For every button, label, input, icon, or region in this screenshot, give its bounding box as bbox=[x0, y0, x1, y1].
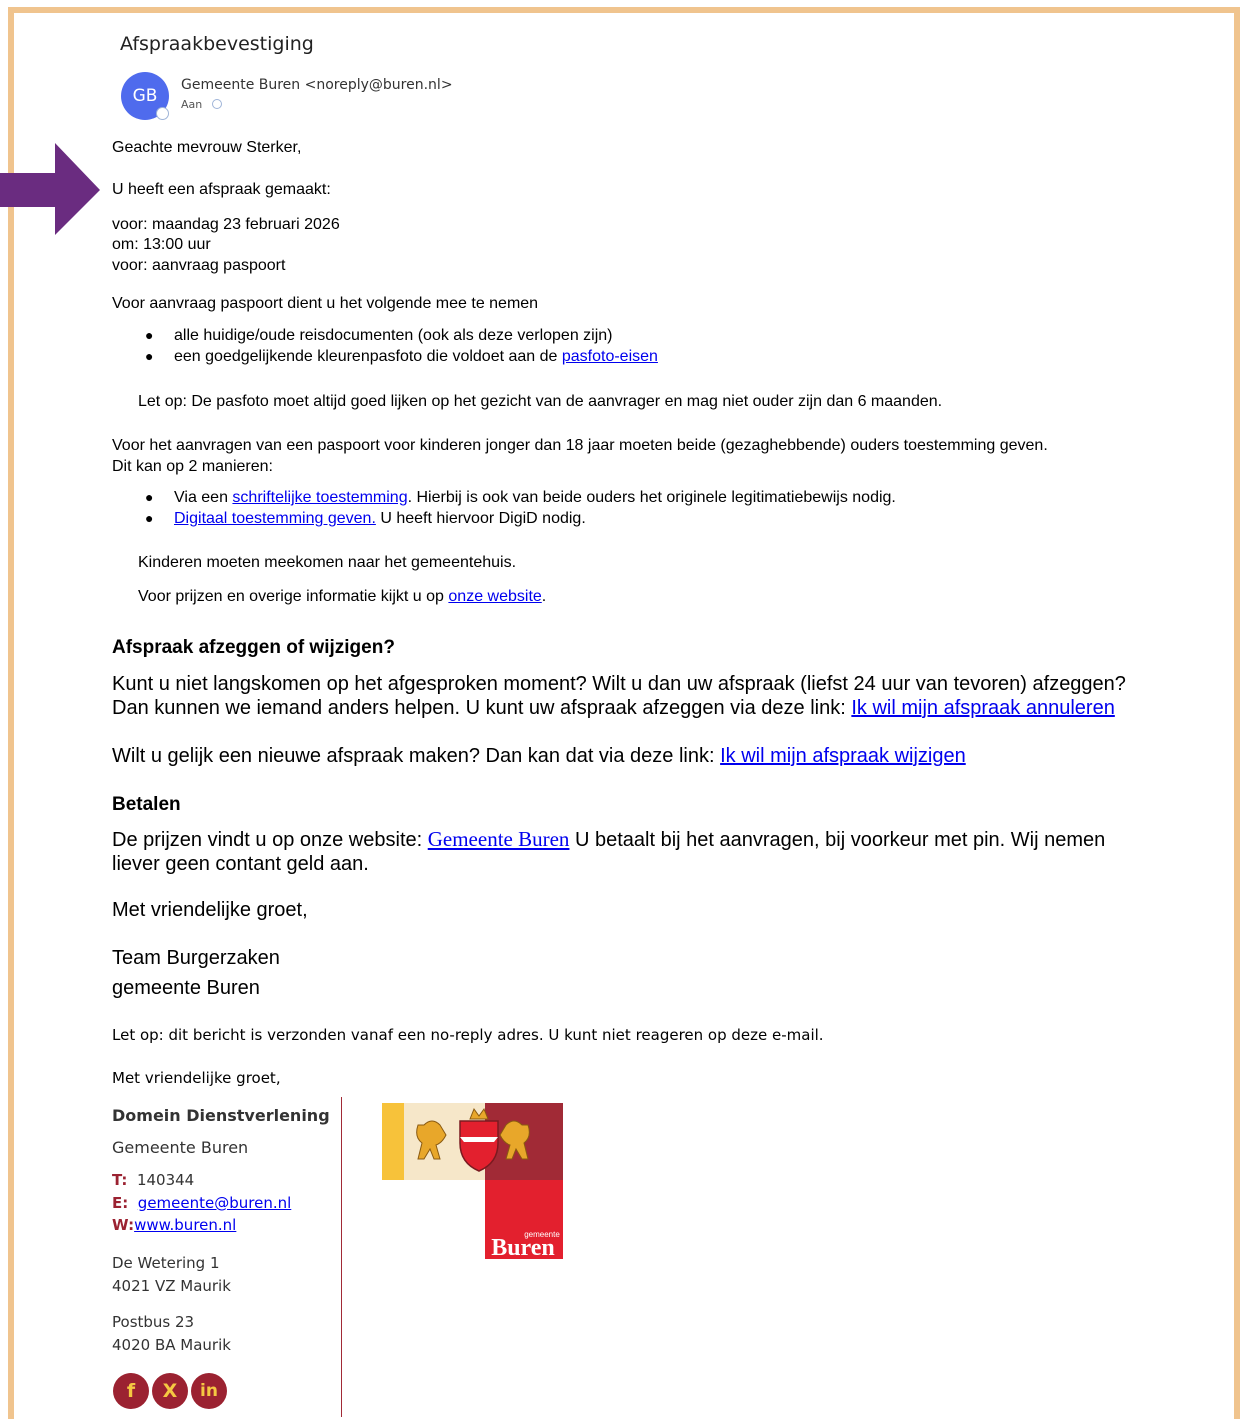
web-link[interactable]: www.buren.nl bbox=[134, 1216, 236, 1234]
email-link[interactable]: gemeente@buren.nl bbox=[138, 1194, 291, 1212]
phone-number: 140344 bbox=[136, 1171, 195, 1189]
noreply-note: Let op: dit bericht is verzonden vanaf e… bbox=[112, 1026, 824, 1044]
children-info-line2: Dit kan op 2 manieren: bbox=[112, 458, 273, 475]
closing: Met vriendelijke groet, bbox=[112, 899, 308, 921]
prices-post: . bbox=[541, 588, 547, 605]
pointer-arrow-icon bbox=[0, 143, 100, 235]
bring-item-photo-text: een goedgelijkende kleurenpasfoto die vo… bbox=[174, 348, 562, 365]
address-line1: De Wetering 1 bbox=[112, 1254, 220, 1272]
pasfoto-eisen-link[interactable]: pasfoto-eisen bbox=[562, 348, 658, 365]
x-twitter-icon[interactable]: X bbox=[152, 1373, 188, 1409]
bring-item-photo: een goedgelijkende kleurenpasfoto die vo… bbox=[174, 347, 658, 367]
signature-org: Gemeente Buren bbox=[112, 1138, 249, 1157]
facebook-icon[interactable]: f bbox=[113, 1373, 149, 1409]
sender-name[interactable]: Gemeente Buren <noreply@buren.nl> bbox=[181, 77, 453, 93]
signature-divider bbox=[341, 1097, 342, 1417]
gemeente-buren-logo: gemeente Buren bbox=[382, 1103, 563, 1259]
signature-email: E: gemeente@buren.nl bbox=[112, 1194, 291, 1212]
intro-text: U heeft een afspraak gemaakt: bbox=[112, 181, 331, 198]
change-line: Wilt u gelijk een nieuwe afspraak maken?… bbox=[112, 744, 966, 769]
signature-phone: T: 140344 bbox=[112, 1171, 194, 1189]
presence-status-icon bbox=[156, 107, 169, 120]
bullet-icon: ● bbox=[145, 489, 154, 505]
consent-option-digital: Digitaal toestemming geven. U heeft hier… bbox=[174, 509, 586, 529]
consent-option-written: Via een schriftelijke toestemming. Hierb… bbox=[174, 488, 896, 508]
greeting: Geachte mevrouw Sterker, bbox=[112, 139, 302, 156]
avatar-initials: GB bbox=[132, 86, 158, 106]
cancel-appointment-link[interactable]: Ik wil mijn afspraak annuleren bbox=[851, 697, 1114, 719]
prices-pre: Voor prijzen en overige informatie kijkt… bbox=[138, 588, 449, 605]
sender-avatar[interactable]: GB bbox=[121, 72, 169, 120]
cancel-line2-text: Dan kunnen we iemand anders helpen. U ku… bbox=[112, 697, 852, 719]
email-subject: Afspraakbevestiging bbox=[120, 33, 314, 55]
bullet-icon: ● bbox=[145, 348, 154, 364]
postbus-line1: Postbus 23 bbox=[112, 1313, 195, 1331]
gemeente-buren-link[interactable]: Gemeente Buren bbox=[428, 827, 570, 851]
closing-2: Met vriendelijke groet, bbox=[112, 1069, 281, 1087]
pay-heading: Betalen bbox=[112, 794, 181, 815]
written-consent-link[interactable]: schriftelijke toestemming bbox=[232, 489, 407, 506]
photo-note: Let op: De pasfoto moet altijd goed lijk… bbox=[138, 393, 943, 410]
phone-label: T: bbox=[112, 1171, 128, 1189]
cancel-line2: Dan kunnen we iemand anders helpen. U ku… bbox=[112, 696, 1115, 721]
cancel-heading: Afspraak afzeggen of wijzigen? bbox=[112, 637, 395, 658]
consent2-post: U heeft hiervoor DigiD nodig. bbox=[375, 510, 586, 527]
linkedin-icon[interactable]: in bbox=[191, 1373, 227, 1409]
appointment-purpose: voor: aanvraag paspoort bbox=[112, 257, 286, 274]
web-label: W: bbox=[112, 1216, 135, 1234]
pay-line1: De prijzen vindt u op onze website: Geme… bbox=[112, 827, 1105, 853]
municipality-name: gemeente Buren bbox=[112, 977, 260, 999]
appointment-time: om: 13:00 uur bbox=[112, 236, 211, 253]
bring-intro: Voor aanvraag paspoort dient u het volge… bbox=[112, 295, 539, 312]
postbus-line2: 4020 BA Maurik bbox=[112, 1336, 231, 1354]
change-appointment-link[interactable]: Ik wil mijn afspraak wijzigen bbox=[720, 745, 966, 767]
digital-consent-link[interactable]: Digitaal toestemming geven. bbox=[174, 510, 376, 527]
signature-department: Domein Dienstverlening bbox=[112, 1106, 330, 1125]
pay-line1-pre: De prijzen vindt u op onze website: bbox=[112, 829, 428, 851]
email-label: E: bbox=[112, 1194, 129, 1212]
website-link[interactable]: onze website bbox=[448, 588, 541, 605]
bullet-icon: ● bbox=[145, 327, 154, 343]
recipient-row[interactable]: Aan bbox=[181, 98, 223, 111]
address-line2: 4021 VZ Maurik bbox=[112, 1277, 231, 1295]
pay-line1-post: U betaalt bij het aanvragen, bij voorkeu… bbox=[569, 829, 1106, 851]
consent1-pre: Via een bbox=[174, 489, 233, 506]
recipient-status-icon bbox=[212, 99, 223, 109]
bring-item-documents: alle huidige/oude reisdocumenten (ook al… bbox=[174, 327, 613, 344]
children-info-line1: Voor het aanvragen van een paspoort voor… bbox=[112, 437, 1048, 454]
bullet-icon: ● bbox=[145, 510, 154, 526]
consent1-post: . Hierbij is ook van beide ouders het or… bbox=[407, 489, 896, 506]
signature-web: W:www.buren.nl bbox=[112, 1216, 236, 1234]
kids-must-come: Kinderen moeten meekomen naar het gemeen… bbox=[138, 554, 517, 571]
cancel-line1: Kunt u niet langskomen op het afgesproke… bbox=[112, 673, 1126, 695]
logo-big-text: Buren bbox=[491, 1235, 555, 1259]
pay-line2: liever geen contant geld aan. bbox=[112, 853, 369, 875]
appointment-date: voor: maandag 23 februari 2026 bbox=[112, 216, 340, 233]
team-name: Team Burgerzaken bbox=[112, 947, 280, 969]
prices-info: Voor prijzen en overige informatie kijkt… bbox=[138, 587, 546, 607]
change-line-text: Wilt u gelijk een nieuwe afspraak maken?… bbox=[112, 745, 721, 767]
to-label: Aan bbox=[181, 98, 203, 111]
